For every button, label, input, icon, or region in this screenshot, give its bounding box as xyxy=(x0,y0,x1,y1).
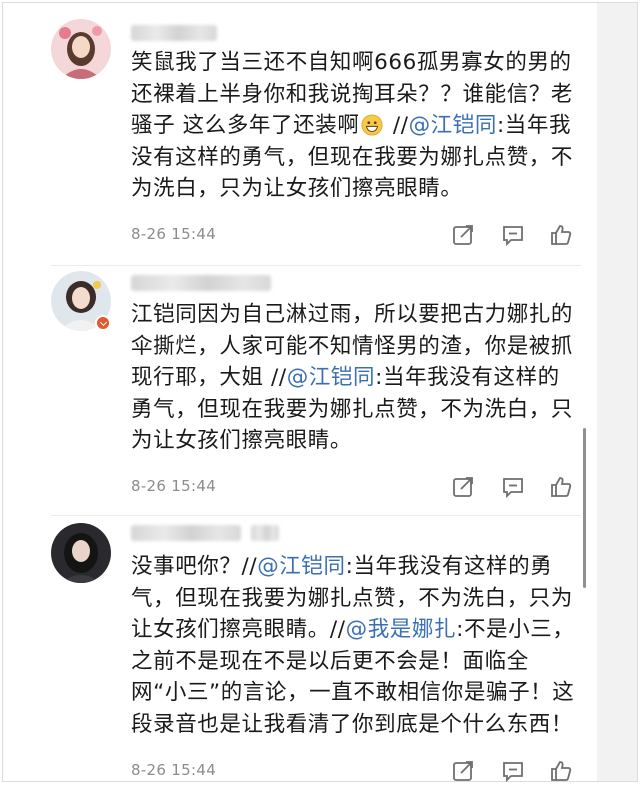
comment-text-segment: 没事吧你？// xyxy=(131,554,258,579)
avatar[interactable] xyxy=(51,523,111,583)
thumbs-up-icon[interactable] xyxy=(549,759,573,783)
mention-link[interactable]: @江铠同 xyxy=(409,113,497,138)
grinning-face-icon xyxy=(361,114,383,136)
comment-icon[interactable] xyxy=(501,759,525,783)
thumbs-up-icon[interactable] xyxy=(549,223,573,247)
side-strip xyxy=(597,3,637,781)
username-blurred[interactable] xyxy=(131,525,241,541)
comment-timestamp: 8-26 15:44 xyxy=(131,761,217,779)
comment-actions xyxy=(451,475,575,501)
username-blurred-suffix xyxy=(251,525,279,541)
verified-badge-icon xyxy=(95,315,111,331)
comment-actions xyxy=(451,759,575,785)
mention-link[interactable]: @江铠同 xyxy=(287,365,375,390)
mention-link[interactable]: @我是娜扎 xyxy=(346,617,457,642)
comment-text: 没事吧你？//@江铠同:当年我没有这样的勇气，但现在我要为娜扎点赞，不为洗白，只… xyxy=(131,551,581,740)
comment-timestamp: 8-26 15:44 xyxy=(131,225,217,243)
repost-icon[interactable] xyxy=(451,475,475,499)
comment-text-segment: // xyxy=(385,113,409,138)
avatar[interactable] xyxy=(51,19,111,79)
thumbs-up-icon[interactable] xyxy=(549,475,573,499)
repost-icon[interactable] xyxy=(451,759,475,783)
comment-icon[interactable] xyxy=(501,223,525,247)
comment-actions xyxy=(451,223,575,249)
comment-panel: 笑鼠我了当三还不自知啊666孤男寡女的男的还裸着上半身你和我说掏耳朵？？谁能信？… xyxy=(2,2,638,785)
comment-icon[interactable] xyxy=(501,475,525,499)
scrollbar[interactable] xyxy=(583,428,586,588)
divider xyxy=(51,515,581,516)
repost-icon[interactable] xyxy=(451,223,475,247)
comment-text: 江铠同因为自己淋过雨，所以要把古力娜扎的伞撕烂，人家可能不知情怪男的渣，你是被抓… xyxy=(131,299,581,457)
username-blurred[interactable] xyxy=(131,275,271,291)
divider xyxy=(51,265,581,266)
username-blurred[interactable] xyxy=(131,25,217,41)
mention-link[interactable]: @江铠同 xyxy=(257,554,345,579)
comment-timestamp: 8-26 15:44 xyxy=(131,477,217,495)
comment-text: 笑鼠我了当三还不自知啊666孤男寡女的男的还裸着上半身你和我说掏耳朵？？谁能信？… xyxy=(131,47,581,205)
